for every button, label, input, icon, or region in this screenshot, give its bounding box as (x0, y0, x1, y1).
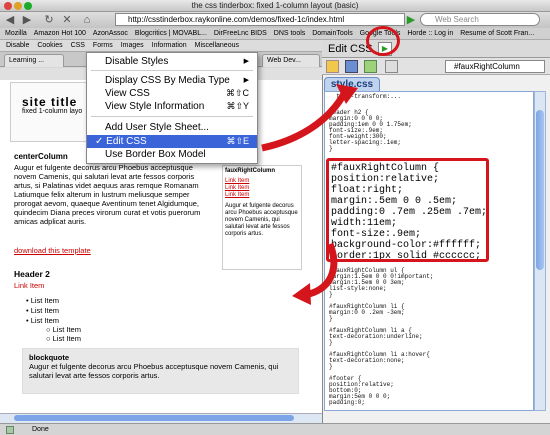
arrow-to-sidebar (261, 90, 349, 152)
arrow-head-2 (292, 283, 311, 305)
horizontal-scroll-thumb[interactable] (14, 415, 294, 421)
annotation-arrows (261, 84, 358, 305)
security-icon (6, 426, 14, 434)
status-bar: Done (0, 423, 550, 435)
status-text: Done (32, 426, 49, 433)
